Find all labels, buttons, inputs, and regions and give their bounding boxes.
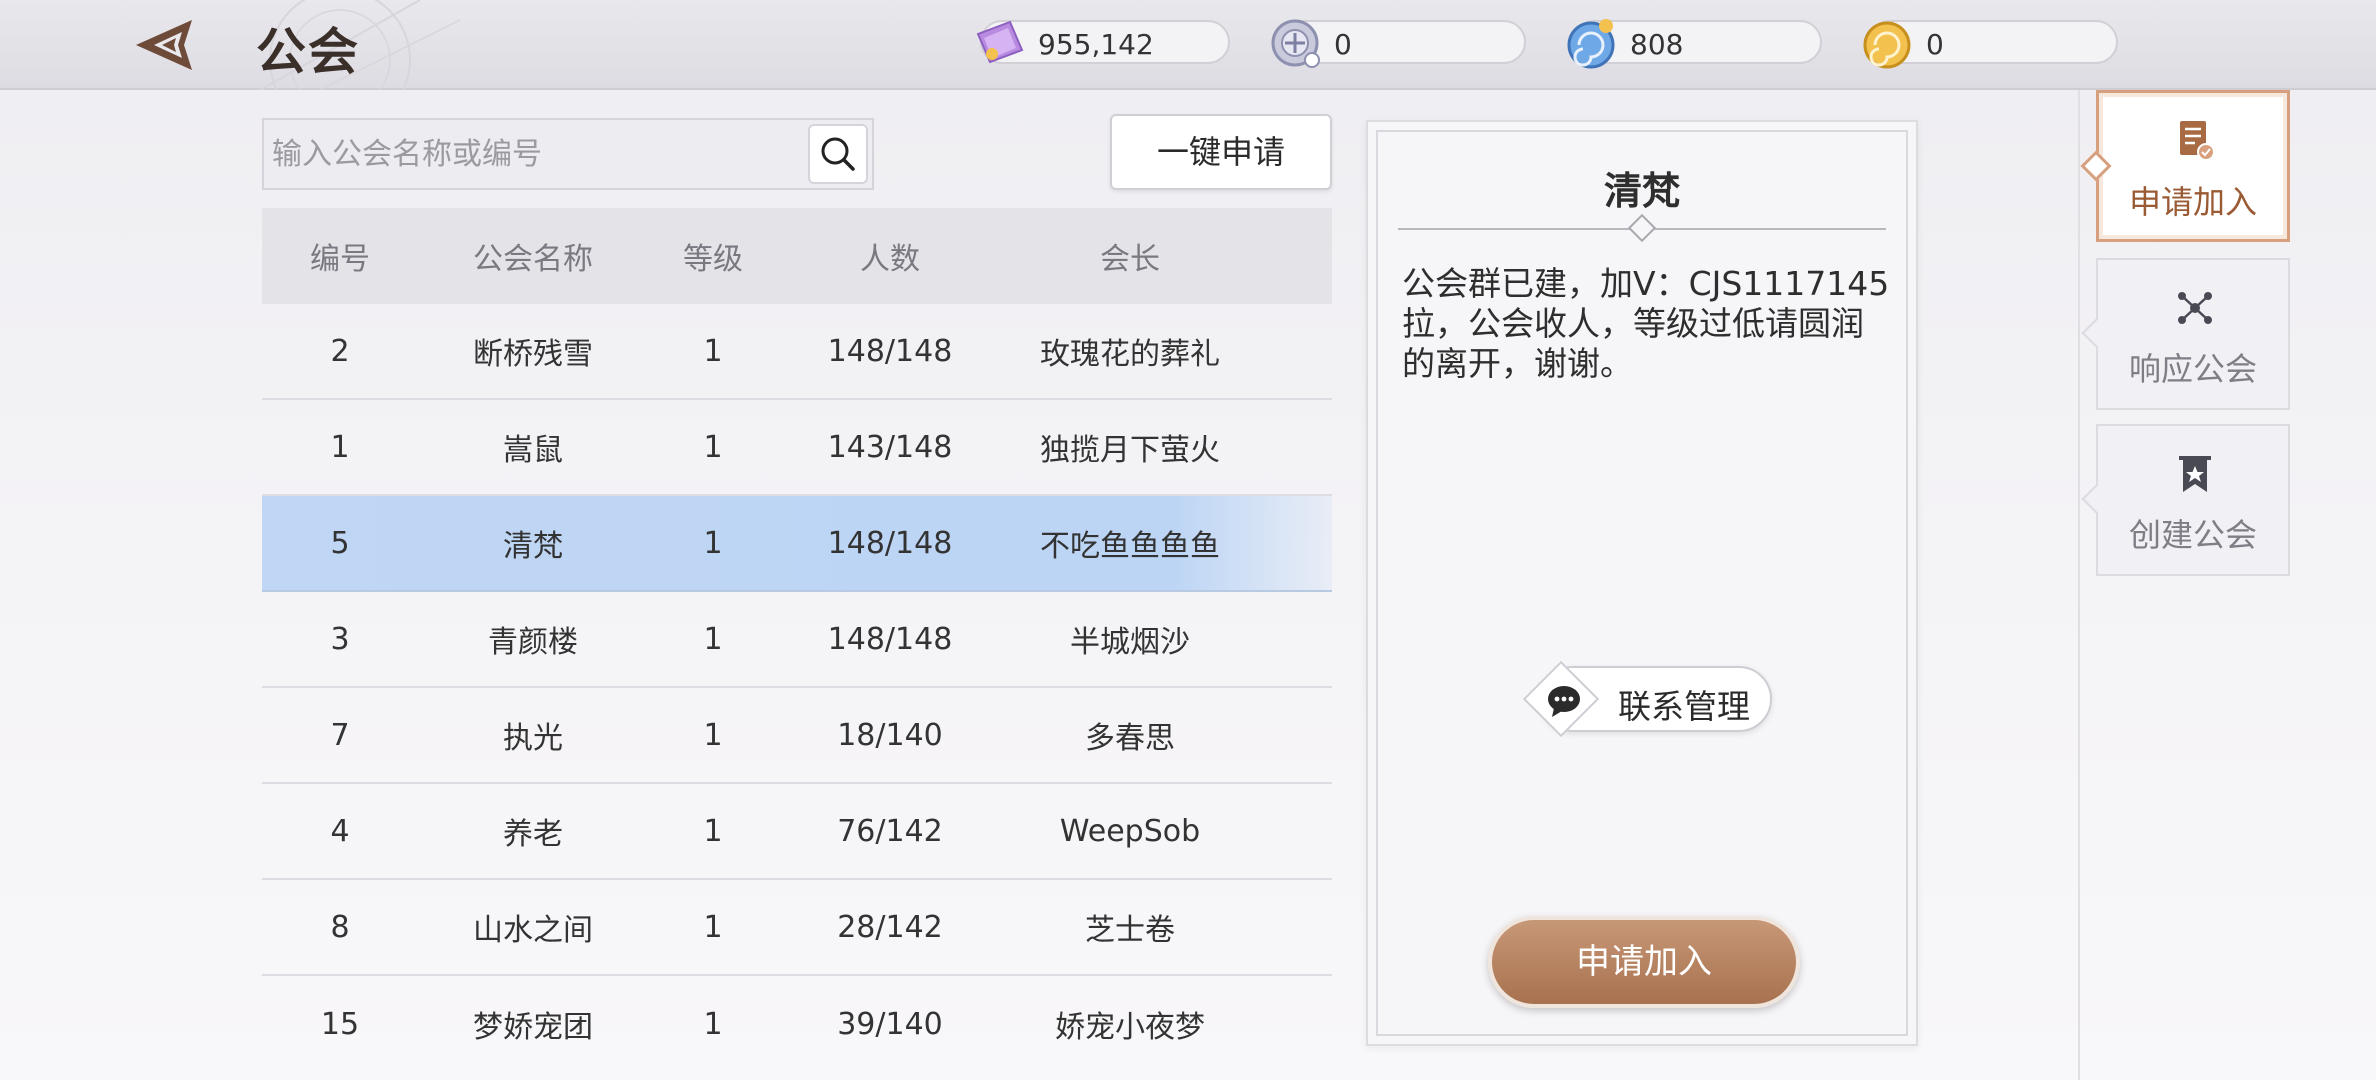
contact-admin-label: 联系管理 <box>1618 687 1750 726</box>
top-bar: 公会 955,142 0 808 0 <box>0 0 2376 90</box>
cell-level: 1 <box>703 621 723 657</box>
cell-leader: 多春思 <box>1085 721 1175 756</box>
cell-level: 1 <box>703 813 723 849</box>
tab-label: 申请加入 <box>2128 183 2257 221</box>
cell-id: 2 <box>330 333 350 369</box>
cell-members: 143/148 <box>827 429 953 465</box>
table-row-selected[interactable]: 5 清梵 1 148/148 不吃鱼鱼鱼鱼 <box>262 496 1332 592</box>
side-divider <box>2078 90 2080 1080</box>
table-row[interactable]: 7 执光 1 18/140 多春思 <box>262 688 1332 784</box>
cell-name: 嵩鼠 <box>503 433 563 468</box>
cell-id: 15 <box>320 1006 360 1042</box>
cell-name: 执光 <box>503 721 563 756</box>
banner-icon <box>2179 456 2211 492</box>
search-input[interactable] <box>264 120 804 188</box>
currency-value: 955,142 <box>1038 28 1154 61</box>
cell-leader: WeepSob <box>1059 813 1201 849</box>
table-row[interactable]: 4 养老 1 76/142 WeepSob <box>262 784 1332 880</box>
cell-name: 山水之间 <box>473 913 593 948</box>
cell-members: 28/142 <box>837 909 943 945</box>
search-icon <box>821 137 855 171</box>
currency-ticket[interactable]: 955,142 <box>976 20 1230 64</box>
search-box <box>262 118 874 190</box>
ticket-icon <box>976 20 1024 64</box>
cell-members: 148/148 <box>827 621 953 657</box>
cell-id: 7 <box>330 717 350 753</box>
chat-bubble-icon <box>1548 686 1580 717</box>
currency-coin[interactable]: 0 <box>1271 19 1526 68</box>
cell-members: 148/148 <box>827 333 953 369</box>
cell-leader: 玫瑰花的葬礼 <box>1040 337 1220 372</box>
table-header: 编号 公会名称 等级 人数 会长 <box>262 208 1332 304</box>
cell-id: 8 <box>330 909 350 945</box>
tab-create-guild[interactable]: 创建公会 <box>2081 424 2290 576</box>
tab-respond-guild[interactable]: 响应公会 <box>2081 258 2290 410</box>
network-icon <box>2178 292 2212 324</box>
gold-shell-icon <box>1863 21 1911 69</box>
currency-value: 0 <box>1334 28 1352 61</box>
cell-id: 3 <box>330 621 350 657</box>
currency-gold-shell[interactable]: 0 <box>1863 20 2118 69</box>
one-key-apply-button[interactable]: 一键申请 <box>1110 114 1332 190</box>
cell-level: 1 <box>703 525 723 561</box>
cell-id: 4 <box>330 813 350 849</box>
cell-name: 断桥残雪 <box>473 337 593 372</box>
application-doc-icon <box>2180 121 2215 161</box>
tab-label: 响应公会 <box>2128 350 2257 388</box>
table-row[interactable]: 1 嵩鼠 1 143/148 独揽月下萤火 <box>262 400 1332 496</box>
cell-name: 梦娇宠团 <box>473 1010 593 1045</box>
cell-level: 1 <box>703 1006 723 1042</box>
coin-plus-icon <box>1271 19 1320 68</box>
cell-name: 清梵 <box>503 529 563 564</box>
cell-leader: 娇宠小夜梦 <box>1055 1010 1205 1045</box>
cell-id: 1 <box>330 429 350 465</box>
contact-admin-button[interactable]: 联系管理 <box>1522 660 1772 738</box>
table-row[interactable]: 3 青颜楼 1 148/148 半城烟沙 <box>262 592 1332 688</box>
cell-name: 养老 <box>503 817 563 852</box>
column-header-members: 人数 <box>860 242 920 277</box>
tab-label: 创建公会 <box>2128 516 2257 554</box>
table-row[interactable]: 15 梦娇宠团 1 39/140 娇宠小夜梦 <box>262 976 1332 1072</box>
cell-level: 1 <box>703 429 723 465</box>
cell-members: 18/140 <box>837 717 943 753</box>
cell-level: 1 <box>703 333 723 369</box>
cell-leader: 不吃鱼鱼鱼鱼 <box>1040 529 1220 564</box>
cell-leader: 独揽月下萤火 <box>1040 433 1220 468</box>
page-title: 公会 <box>256 23 360 81</box>
apply-join-button[interactable]: 申请加入 <box>1488 916 1800 1008</box>
guild-name-title: 清梵 <box>1603 169 1680 213</box>
cell-members: 148/148 <box>827 525 953 561</box>
tab-apply-join[interactable]: 申请加入 <box>2080 90 2290 242</box>
divider-diamond-icon <box>1627 213 1657 243</box>
cell-members: 39/140 <box>837 1006 943 1042</box>
table-row[interactable]: 2 断桥残雪 1 148/148 玫瑰花的葬礼 <box>262 304 1332 400</box>
blue-shell-icon <box>1567 19 1615 69</box>
column-header-leader: 会长 <box>1100 242 1160 277</box>
currency-value: 0 <box>1926 28 1944 61</box>
guild-table: 编号 公会名称 等级 人数 会长 2 断桥残雪 1 148/148 玫瑰花的葬礼… <box>262 208 1332 1072</box>
back-button[interactable] <box>132 14 208 76</box>
cell-level: 1 <box>703 909 723 945</box>
detail-frame: 清梵 公会群已建，加V：CJS1117145拉，公会收人，等级过低请圆润的离开，… <box>1376 130 1908 1036</box>
back-arrow-icon <box>136 20 192 70</box>
cell-leader: 半城烟沙 <box>1070 625 1190 660</box>
cell-leader: 芝士卷 <box>1085 913 1175 948</box>
table-row[interactable]: 8 山水之间 1 28/142 芝士卷 <box>262 880 1332 976</box>
column-header-level: 等级 <box>683 242 743 277</box>
guild-description: 公会群已建，加V：CJS1117145拉，公会收人，等级过低请圆润的离开，谢谢。 <box>1402 264 1890 383</box>
column-header-name: 公会名称 <box>473 242 593 277</box>
cell-id: 5 <box>330 525 350 561</box>
cell-name: 青颜楼 <box>488 625 578 660</box>
column-header-id: 编号 <box>310 242 370 277</box>
currency-value: 808 <box>1630 28 1684 61</box>
currency-blue-shell[interactable]: 808 <box>1567 19 1822 69</box>
cell-level: 1 <box>703 717 723 753</box>
guild-detail-panel: 清梵 公会群已建，加V：CJS1117145拉，公会收人，等级过低请圆润的离开，… <box>1366 120 1918 1046</box>
cell-members: 76/142 <box>837 813 943 849</box>
search-button[interactable] <box>808 124 868 184</box>
